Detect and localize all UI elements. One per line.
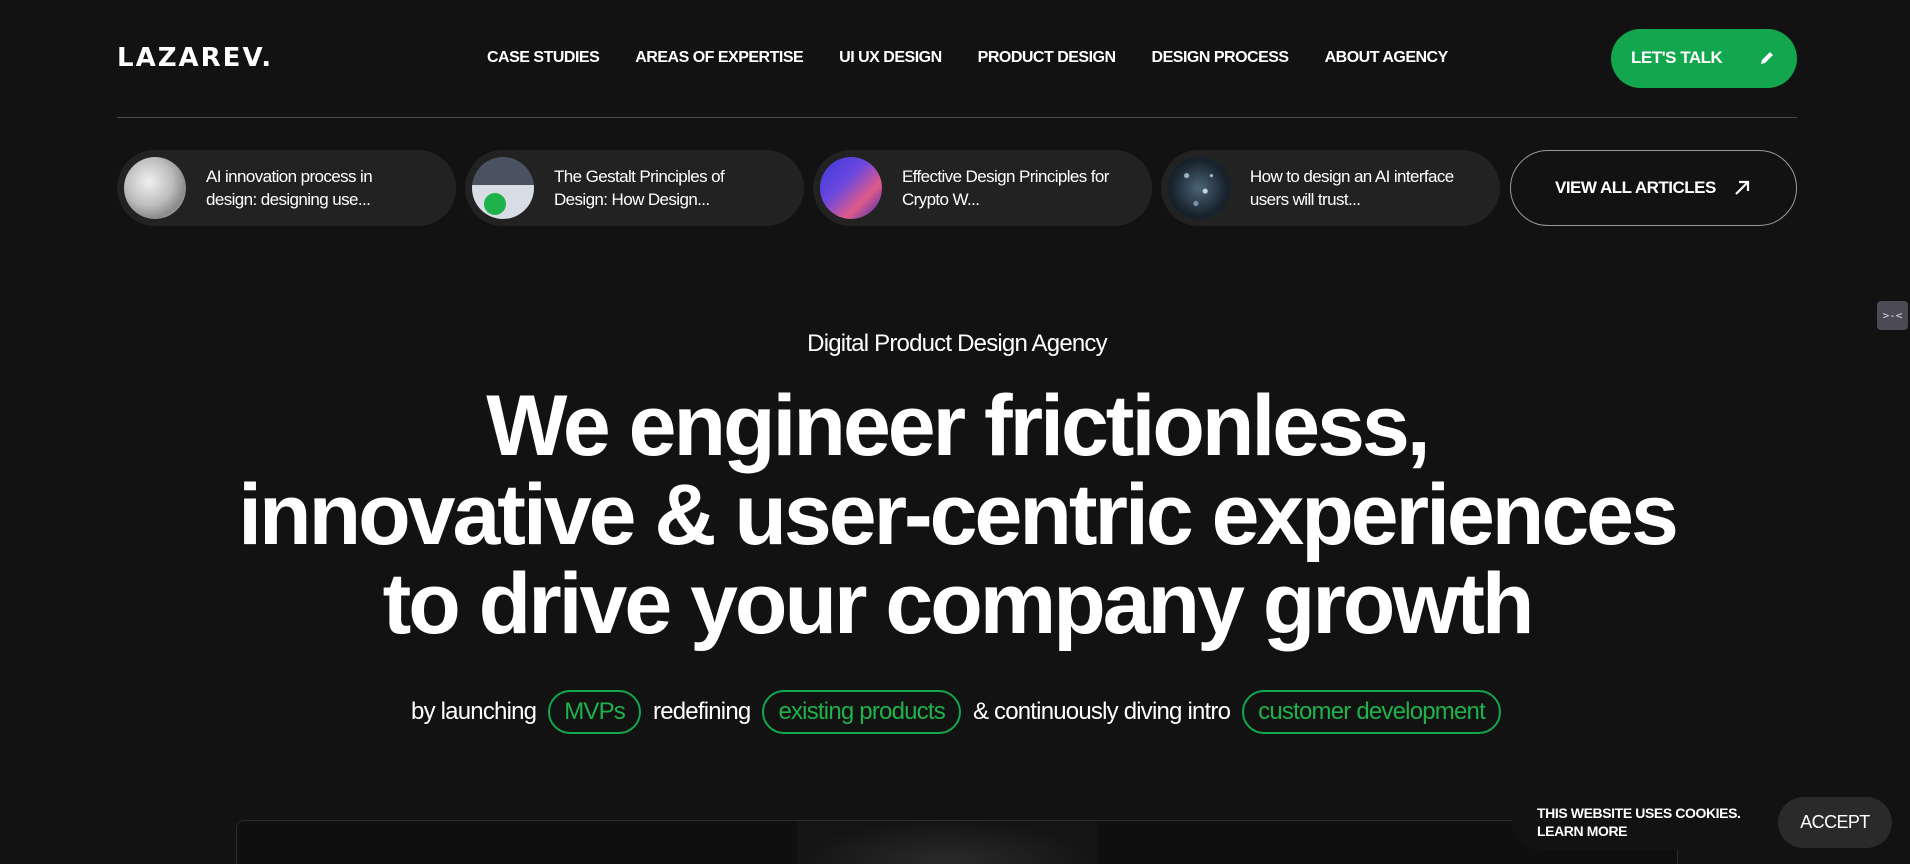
nav-item-design-process[interactable]: DESIGN PROCESS (1152, 49, 1290, 67)
headline-line: We engineer frictionless, (486, 378, 1430, 474)
collapse-icon[interactable]: >-< (1877, 301, 1908, 330)
article-card[interactable]: Effective Design Principles for Crypto W… (812, 150, 1152, 226)
article-thumbnail (1167, 157, 1230, 219)
tag-pill-existing-products: existing products (762, 690, 961, 734)
tagline-text: & continuously diving intro (972, 698, 1231, 725)
headline-line: to drive your company growth (382, 556, 1535, 652)
article-title: The Gestalt Principles of Design: How De… (553, 167, 725, 209)
article-thumbnail (124, 157, 186, 219)
nav-item-areas-of-expertise[interactable]: AREAS OF EXPERTISE (635, 49, 803, 67)
nav-item-product-design[interactable]: PRODUCT DESIGN (978, 49, 1116, 67)
tag-pill-customer-development: customer development (1242, 690, 1501, 734)
showreel-video[interactable] (236, 820, 1678, 864)
article-thumbnail (471, 157, 534, 219)
headline-line: innovative & user-centric experiences (238, 467, 1679, 563)
view-all-articles-button[interactable]: VIEW ALL ARTICLES (1509, 150, 1797, 226)
article-card[interactable]: How to design an AI interface users will… (1160, 150, 1500, 226)
header-divider (117, 117, 1797, 118)
article-card[interactable]: AI innovation process in design: designi… (117, 150, 456, 226)
pencil-icon (1759, 50, 1775, 66)
article-title: How to design an AI interface users will… (1249, 167, 1454, 209)
lets-talk-label: LET'S TALK (1631, 48, 1723, 67)
arrow-up-right-icon (1732, 178, 1752, 198)
article-title: AI innovation process in design: designi… (206, 167, 373, 209)
brand-logo[interactable]: LAZAREV. (117, 43, 487, 73)
article-card[interactable]: The Gestalt Principles of Design: How De… (464, 150, 804, 226)
hero-headline: We engineer frictionless, innovative & u… (0, 382, 1910, 649)
lets-talk-button[interactable]: LET'S TALK (1611, 28, 1797, 88)
cookie-text: THIS WEBSITE USES COOKIES. LEARN MORE (1537, 804, 1741, 840)
main-nav: CASE STUDIES AREAS OF EXPERTISE UI UX DE… (487, 49, 1611, 67)
nav-item-about-agency[interactable]: ABOUT AGENCY (1325, 49, 1449, 67)
nav-item-case-studies[interactable]: CASE STUDIES (487, 49, 600, 67)
accept-cookies-button[interactable]: ACCEPT (1778, 796, 1892, 848)
tagline-text: redefining (653, 698, 751, 725)
tag-pill-mvps: MVPs (548, 690, 642, 734)
view-all-articles-label: VIEW ALL ARTICLES (1554, 178, 1716, 197)
nav-item-ui-ux-design[interactable]: UI UX DESIGN (839, 49, 942, 67)
tagline-text: by launching (411, 698, 537, 725)
hero-tagline: by launching MVPs redefining existing pr… (0, 690, 1910, 734)
cookie-message: THIS WEBSITE USES COOKIES. (1537, 805, 1741, 821)
article-title: Effective Design Principles for Crypto W… (901, 167, 1110, 209)
hero-eyebrow: Digital Product Design Agency (807, 330, 1107, 357)
articles-strip: AI innovation process in design: designi… (117, 150, 1797, 226)
article-thumbnail (819, 157, 882, 219)
cookie-banner: THIS WEBSITE USES COOKIES. LEARN MORE AC… (1512, 794, 1892, 850)
site-header: LAZAREV. CASE STUDIES AREAS OF EXPERTISE… (117, 28, 1797, 88)
learn-more-link[interactable]: LEARN MORE (1537, 822, 1741, 840)
